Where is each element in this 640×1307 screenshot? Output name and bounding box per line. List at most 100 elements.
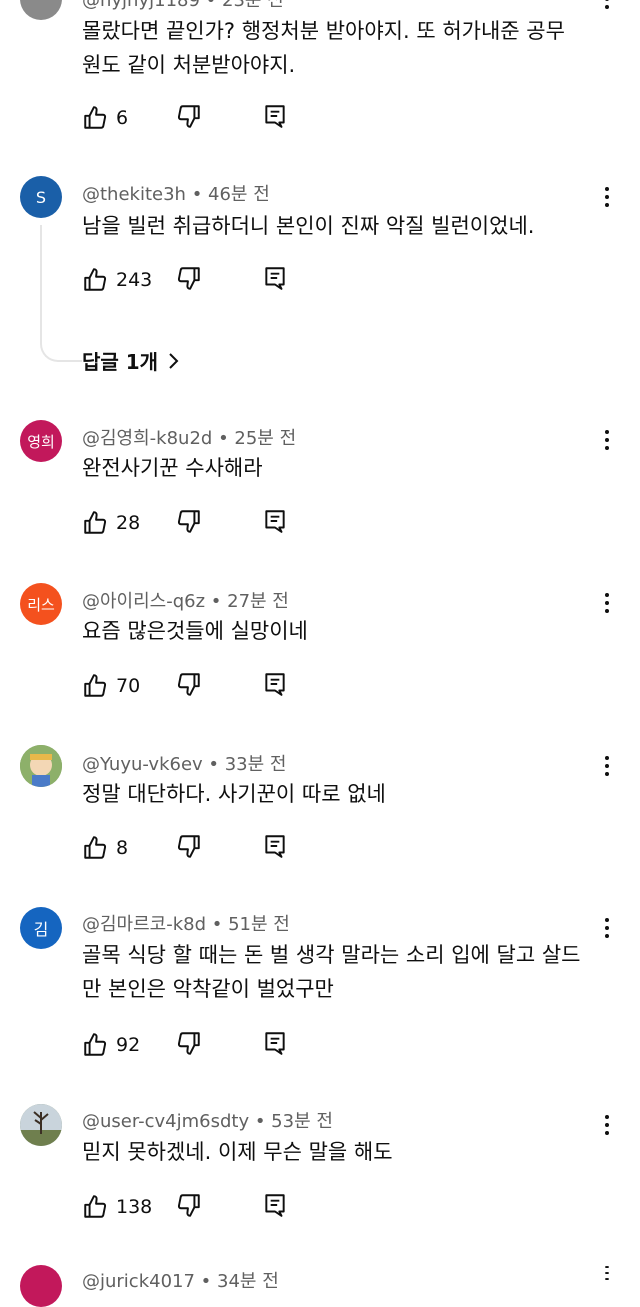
photo-avatar-image bbox=[20, 1104, 62, 1146]
character-avatar-image bbox=[20, 745, 62, 787]
thumbs-down-icon bbox=[177, 267, 200, 290]
comment-icon bbox=[265, 510, 285, 533]
more-options-button[interactable] bbox=[596, 1110, 618, 1140]
comment-author[interactable]: @jurick4017 bbox=[82, 1271, 195, 1292]
comment-meta: @Yuyu-vk6ev • 33분 전 bbox=[82, 754, 287, 775]
thumbs-down-icon bbox=[177, 1194, 200, 1217]
like-button[interactable]: 8 bbox=[82, 835, 176, 861]
comment-icon bbox=[265, 267, 285, 290]
like-button[interactable]: 70 bbox=[82, 673, 176, 699]
comment-author[interactable]: @김마르코-k8d bbox=[82, 914, 206, 935]
view-replies-button[interactable]: 답글 1개 bbox=[82, 346, 180, 375]
comment-author[interactable]: @user-cv4jm6sdty bbox=[82, 1111, 249, 1132]
reply-button[interactable] bbox=[262, 265, 288, 295]
comment-time: 46분 전 bbox=[208, 184, 270, 205]
thumbs-up-icon bbox=[84, 836, 107, 859]
more-options-button[interactable] bbox=[596, 751, 618, 781]
comment-author[interactable]: @Yuyu-vk6ev bbox=[82, 754, 203, 775]
avatar[interactable]: 김 bbox=[20, 907, 62, 949]
comment-meta: @thekite3h • 46분 전 bbox=[82, 184, 270, 205]
dislike-button[interactable] bbox=[176, 671, 202, 701]
reply-button[interactable] bbox=[262, 1192, 288, 1222]
like-count: 243 bbox=[116, 269, 153, 291]
dislike-button[interactable] bbox=[176, 1192, 202, 1222]
comment-text: 정말 대단하다. 사기꾼이 따로 없네 bbox=[82, 782, 386, 806]
thumbs-down-icon bbox=[177, 1032, 200, 1055]
avatar[interactable] bbox=[20, 745, 62, 787]
avatar[interactable]: 리스 bbox=[20, 583, 62, 625]
comment-author[interactable]: @hyjhyj1189 bbox=[82, 0, 200, 11]
thumbs-down-icon bbox=[177, 510, 200, 533]
dislike-button[interactable] bbox=[176, 265, 202, 295]
comment-icon bbox=[265, 105, 285, 128]
replies-label: 답글 1개 bbox=[82, 350, 159, 374]
reply-button[interactable] bbox=[262, 671, 288, 701]
comment-actions: 28 bbox=[82, 508, 285, 538]
dislike-button[interactable] bbox=[176, 833, 202, 863]
comment-actions: 6 bbox=[82, 103, 285, 133]
like-count: 8 bbox=[116, 837, 129, 859]
avatar[interactable]: 영희 bbox=[20, 420, 62, 462]
comment-actions: 138 bbox=[82, 1192, 285, 1222]
dislike-button[interactable] bbox=[176, 103, 202, 133]
more-options-button[interactable] bbox=[596, 425, 618, 455]
thumbs-up-icon bbox=[84, 1195, 107, 1218]
comment-text: 완전사기꾼 수사해라 bbox=[82, 456, 263, 480]
like-button[interactable]: 92 bbox=[82, 1032, 176, 1058]
comment-text: 몰랐다면 끝인가? 행정처분 받아야지. 또 허가내준 공무원도 같이 처분받아… bbox=[82, 19, 565, 77]
thumbs-down-icon bbox=[177, 673, 200, 696]
avatar[interactable] bbox=[20, 1104, 62, 1146]
dislike-button[interactable] bbox=[176, 508, 202, 538]
comment-text: 믿지 못하겠네. 이제 무슨 말을 해도 bbox=[82, 1140, 393, 1164]
thumbs-up-icon bbox=[84, 268, 107, 291]
like-count: 92 bbox=[116, 1034, 141, 1056]
thumbs-up-icon bbox=[84, 106, 107, 129]
like-button[interactable]: 6 bbox=[82, 105, 176, 131]
avatar[interactable]: S bbox=[20, 176, 62, 218]
comment-author[interactable]: @thekite3h bbox=[82, 184, 186, 205]
thumbs-up-icon bbox=[84, 511, 107, 534]
like-button[interactable]: 243 bbox=[82, 267, 176, 293]
comment-meta: @user-cv4jm6sdty • 53분 전 bbox=[82, 1111, 333, 1132]
reply-button[interactable] bbox=[262, 833, 288, 863]
reply-button[interactable] bbox=[262, 103, 288, 133]
like-count: 70 bbox=[116, 675, 141, 697]
comment-time: 33분 전 bbox=[224, 754, 287, 775]
comment-author[interactable]: @아이리스-q6z bbox=[82, 591, 205, 612]
comment-icon bbox=[265, 1194, 285, 1217]
more-options-button[interactable] bbox=[596, 0, 618, 14]
comment-meta: @hyjhyj1189 • 23분 전 bbox=[82, 0, 284, 12]
comment-author[interactable]: @김영희-k8u2d bbox=[82, 428, 212, 449]
comment-actions: 243 bbox=[82, 265, 285, 295]
thumbs-up-icon bbox=[84, 674, 107, 697]
comment-meta: @김영희-k8u2d • 25분 전 bbox=[82, 428, 297, 449]
reply-button[interactable] bbox=[262, 1030, 288, 1060]
comment-actions: 8 bbox=[82, 833, 285, 863]
avatar-letter: 영희 bbox=[27, 432, 55, 451]
thumbs-down-icon bbox=[177, 835, 200, 858]
dislike-button[interactable] bbox=[176, 1030, 202, 1060]
avatar-letter: 리스 bbox=[27, 595, 55, 614]
more-options-button[interactable] bbox=[596, 588, 618, 618]
comment-time: 51분 전 bbox=[228, 914, 290, 935]
comment-time: 34분 전 bbox=[217, 1271, 279, 1292]
comment-text: 골목 식당 할 때는 돈 벌 생각 말라는 소리 입에 달고 살드만 본인은 악… bbox=[82, 943, 581, 1001]
comment-meta: @jurick4017 • 34분 전 bbox=[82, 1271, 279, 1292]
comment-meta: @아이리스-q6z • 27분 전 bbox=[82, 591, 289, 612]
more-options-button[interactable] bbox=[596, 1266, 618, 1280]
like-count: 138 bbox=[116, 1196, 153, 1218]
like-button[interactable]: 28 bbox=[82, 510, 176, 536]
avatar[interactable] bbox=[20, 0, 62, 20]
more-options-button[interactable] bbox=[596, 913, 618, 943]
comment-actions: 70 bbox=[82, 671, 285, 701]
thumbs-up-icon bbox=[84, 1033, 107, 1056]
comment-time: 53분 전 bbox=[271, 1111, 333, 1132]
comment-icon bbox=[265, 673, 285, 696]
avatar-letter: S bbox=[35, 187, 47, 207]
avatar-letter: 김 bbox=[33, 920, 49, 939]
more-options-button[interactable] bbox=[596, 182, 618, 212]
like-button[interactable]: 138 bbox=[82, 1194, 176, 1220]
reply-button[interactable] bbox=[262, 508, 288, 538]
avatar[interactable] bbox=[20, 1265, 62, 1307]
thread-connector bbox=[40, 225, 82, 362]
